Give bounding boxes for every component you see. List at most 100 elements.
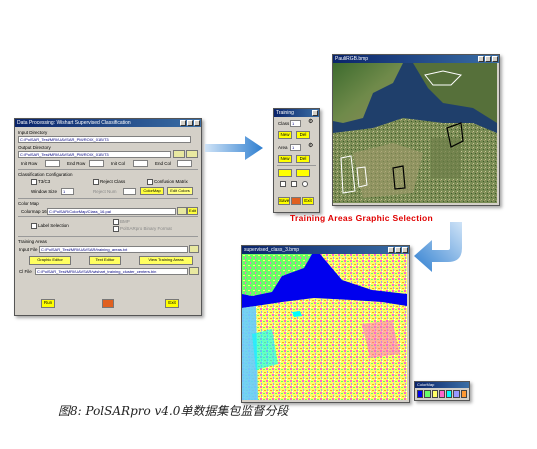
training-titlebar[interactable]: Training [274,109,319,117]
minimize-icon[interactable] [388,247,394,253]
end-row-label: End Row [67,161,86,166]
edit-colormap-button[interactable]: Edit [187,207,198,215]
del-class-button[interactable]: Del [296,131,310,139]
minimize-icon[interactable] [478,56,484,62]
stop-icon[interactable] [102,299,114,308]
swatch[interactable] [446,390,453,398]
colormap-button[interactable]: ColorMap [140,187,164,195]
end-col-field[interactable] [177,160,192,167]
training-title: Training [276,110,294,116]
reject-num-field[interactable] [123,188,136,195]
confusion-matrix-label: Confusion Matrix [154,179,188,184]
cl-file-label: Cl File [19,269,32,274]
close-icon[interactable] [194,120,200,126]
undo-button[interactable] [296,169,310,177]
binary-radio[interactable] [113,226,119,232]
poly-tool-icon[interactable] [291,181,297,187]
view-training-areas-button[interactable]: View Training Areas [139,256,193,265]
swatch[interactable] [431,390,438,398]
label-selection-checkbox[interactable] [31,223,37,229]
init-col-field[interactable] [133,160,148,167]
clear-button[interactable] [278,169,292,177]
dialog-titlebar[interactable]: Data Processing: Wishart Supervised Clas… [15,119,201,127]
input-directory-label: Input Directory [18,130,48,135]
classified-image-window: supervised_class_3.bmp [241,245,410,403]
colormap16-label: Colormap 16 [21,209,47,214]
tool-icon[interactable]: ⚙ [308,119,313,125]
browse-output-button[interactable] [173,150,185,158]
classified-title: supervised_class_3.bmp [244,247,300,253]
folder-icon[interactable] [189,267,199,275]
text-editor-button[interactable]: Text Editor [89,256,121,265]
edit-colors-button[interactable]: Edit Colors [167,187,193,195]
exit-training-button[interactable]: Exit [302,197,314,205]
new-class-button[interactable]: New [278,131,292,139]
window-size-label: Window Size [31,189,58,194]
pauli-titlebar[interactable]: PauliRGB.bmp [333,55,499,63]
swatch[interactable] [460,390,467,398]
maximize-icon[interactable] [395,247,401,253]
divider [277,165,316,166]
colormap-titlebar[interactable]: ColorMap [415,382,469,388]
cl-file-field[interactable]: C:/PolSAR_Test/MRI/UAVSAR/wishart_traini… [35,268,188,275]
training-areas-label: Training Areas [18,239,47,244]
del-area-button[interactable]: Del [296,155,310,163]
end-col-label: End Col [155,161,172,166]
bmp-label: BMP [120,219,130,224]
divider [18,169,198,170]
init-row-label: Init Row [21,161,38,166]
folder-icon[interactable] [177,207,187,215]
classified-titlebar[interactable]: supervised_class_3.bmp [242,246,409,254]
swatch[interactable] [438,390,446,398]
t3-radio[interactable] [31,179,37,185]
class-field[interactable]: 1 [290,120,301,127]
right-arrow-icon [205,136,263,160]
new-area-button[interactable]: New [278,155,292,163]
curved-arrow-icon [414,222,462,272]
folder-icon[interactable] [189,245,199,253]
config-label: Classification Configuration [18,172,73,177]
t3-label: T3/C3 [38,179,51,184]
swatch[interactable] [417,390,424,398]
circle-tool-icon[interactable] [302,181,308,187]
colormap-path-field[interactable]: C:/PolSAR/ColorMap/Class_16.pal [47,208,176,215]
output-directory-field[interactable]: C:/PolSAR_Test/MRI/UAVSAR_PM/ROIX_01B/T3 [18,151,171,158]
maximize-icon[interactable] [187,120,193,126]
color-map-label: Color Map [18,201,39,206]
exit-button[interactable]: Exit [165,299,179,308]
pauli-rgb-image[interactable] [333,63,497,203]
rect-tool-icon[interactable] [280,181,286,187]
save-button[interactable]: Save [278,197,290,205]
folder-icon[interactable] [186,150,198,158]
close-icon[interactable] [312,110,318,116]
tool-icon[interactable]: ⚙ [308,143,313,149]
swatch[interactable] [424,390,431,398]
classified-image[interactable] [242,254,407,400]
wishart-classification-dialog: Data Processing: Wishart Supervised Clas… [14,118,202,316]
confusion-matrix-checkbox[interactable] [147,179,153,185]
output-directory-label: Output Directory [18,145,51,150]
end-row-field[interactable] [89,160,104,167]
divider [18,216,198,217]
colormap-swatches [415,388,469,400]
close-icon[interactable] [492,56,498,62]
pauli-image-window: PauliRGB.bmp [332,54,500,206]
graphic-editor-button[interactable]: Graphic Editor [29,256,71,265]
run-button[interactable]: Run [41,299,55,308]
stop-icon[interactable] [291,197,301,205]
training-window: Training Class 1 ⚙ New Del Area 1 ⚙ New … [273,108,320,213]
window-size-field[interactable]: 1 [61,188,74,195]
swatch[interactable] [453,390,460,398]
input-directory-field[interactable]: C:/PolSAR_Test/MRI/UAVSAR_PM/ROIX_01B/T3 [18,136,191,143]
binary-label: PolSARpro Binary Format [120,226,172,231]
init-row-field[interactable] [45,160,60,167]
minimize-icon[interactable] [180,120,186,126]
colormap-title: ColorMap [417,382,435,387]
close-icon[interactable] [402,247,408,253]
bmp-radio[interactable] [113,219,119,225]
area-field[interactable]: 1 [290,144,301,151]
input-file-label: Input File [19,247,38,252]
maximize-icon[interactable] [485,56,491,62]
reject-class-checkbox[interactable] [93,179,99,185]
input-file-field[interactable]: C:/PolSAR_Test/MRI/UAVSAR/training_areas… [39,246,188,253]
